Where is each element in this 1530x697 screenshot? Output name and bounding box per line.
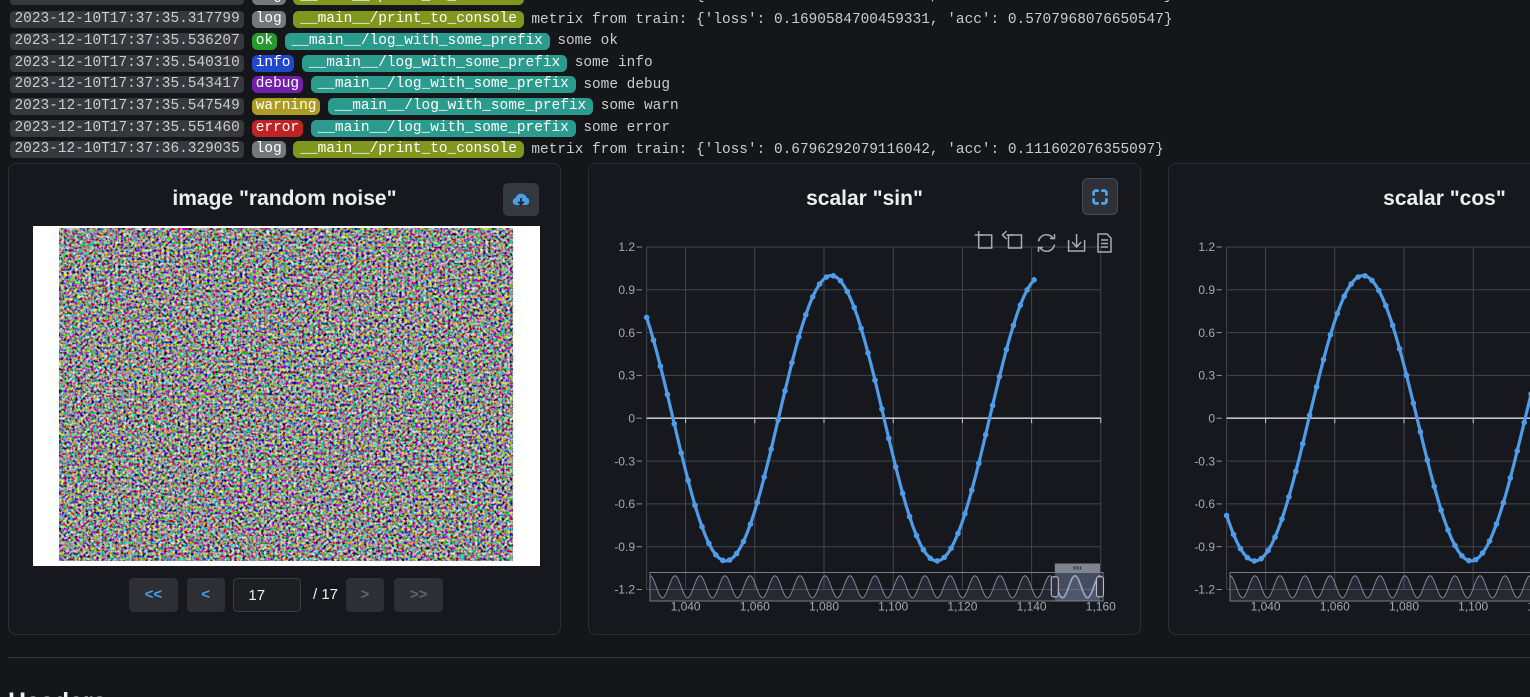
svg-text:1,100: 1,100 [878,600,908,614]
svg-text:0: 0 [1208,411,1215,425]
svg-text:-0.6: -0.6 [614,497,635,511]
svg-text:1.2: 1.2 [1198,240,1215,254]
svg-text:1,160: 1,160 [1086,600,1116,614]
svg-text:1,140: 1,140 [1017,600,1047,614]
svg-text:0.3: 0.3 [1198,369,1215,383]
svg-text:-0.3: -0.3 [1194,454,1215,468]
svg-text:0.6: 0.6 [618,326,635,340]
svg-text:1,120: 1,120 [947,600,977,614]
svg-text:1,100: 1,100 [1458,600,1488,614]
svg-text:-0.9: -0.9 [614,540,635,554]
svg-text:-0.3: -0.3 [614,454,635,468]
svg-text:1,060: 1,060 [740,600,770,614]
svg-text:0.3: 0.3 [618,369,635,383]
svg-text:-1.2: -1.2 [1194,583,1215,597]
svg-text:-1.2: -1.2 [614,583,635,597]
svg-text:1.2: 1.2 [618,240,635,254]
svg-text:0.9: 0.9 [618,283,635,297]
svg-text:0: 0 [628,411,635,425]
svg-text:0.9: 0.9 [1198,283,1215,297]
svg-text:-0.9: -0.9 [1194,540,1215,554]
svg-text:1,040: 1,040 [1251,600,1281,614]
svg-text:1,080: 1,080 [1389,600,1419,614]
svg-text:1,040: 1,040 [671,600,701,614]
svg-text:-0.6: -0.6 [1194,497,1215,511]
svg-text:1,080: 1,080 [809,600,839,614]
svg-text:1,060: 1,060 [1320,600,1350,614]
svg-text:0.6: 0.6 [1198,326,1215,340]
